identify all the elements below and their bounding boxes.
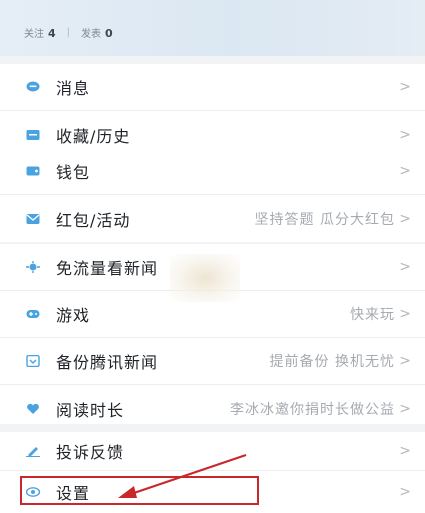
annotation-arrow-icon [118,453,247,498]
